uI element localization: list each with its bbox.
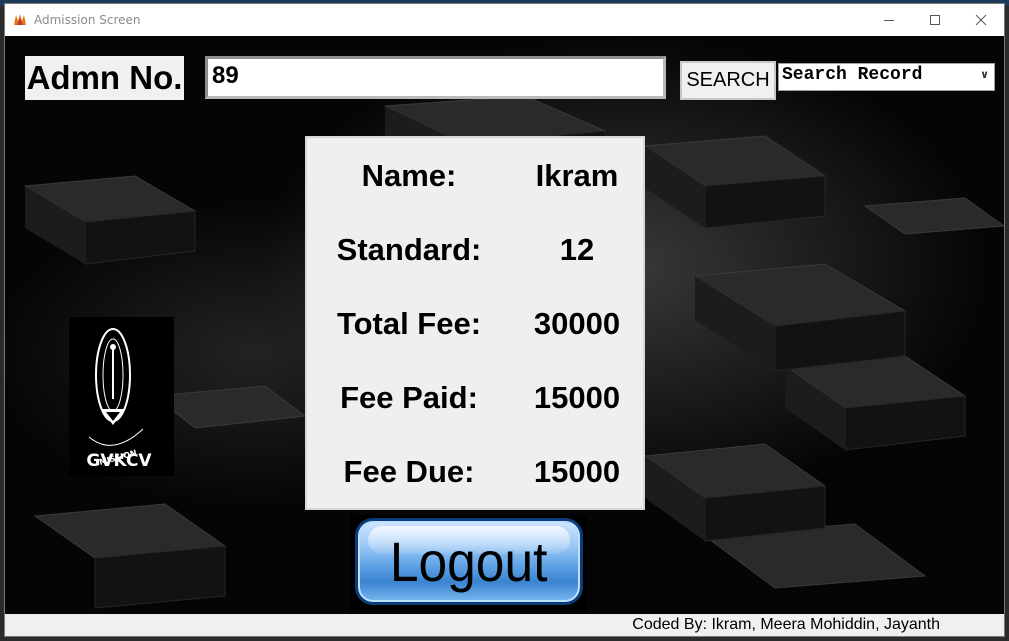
logout-label: Logout	[390, 530, 548, 593]
window-title: Admission Screen	[34, 13, 141, 27]
maximize-icon	[930, 15, 940, 25]
record-row-fee-paid: Fee Paid: 15000	[307, 380, 643, 424]
logout-button[interactable]: Logout	[355, 518, 583, 605]
record-row-standard: Standard: 12	[307, 232, 643, 276]
record-row-fee-due: Fee Due: 15000	[307, 454, 643, 498]
search-mode-select[interactable]: Search Record ∨	[778, 63, 995, 91]
record-row-name: Name: Ikram	[307, 158, 643, 202]
search-button[interactable]: SEARCH	[680, 61, 776, 100]
close-icon	[975, 14, 987, 26]
footer-bar: Coded By: Ikram, Meera Mohiddin, Jayanth	[5, 614, 1004, 636]
fee-due-value: 15000	[533, 454, 621, 489]
maximize-button[interactable]	[912, 4, 958, 36]
minimize-button[interactable]	[866, 4, 912, 36]
main-canvas: Admn No. 89 SEARCH Search Record ∨ Name:…	[5, 36, 1004, 614]
logout-button-frame: Logout	[350, 515, 587, 612]
standard-label: Standard:	[336, 232, 482, 267]
total-fee-value: 30000	[533, 306, 621, 341]
app-logo-icon	[14, 14, 26, 25]
name-label: Name:	[361, 158, 457, 193]
name-value: Ikram	[535, 158, 619, 193]
title-bar[interactable]: Admission Screen	[5, 4, 1004, 36]
fee-paid-label: Fee Paid:	[340, 380, 478, 415]
chevron-down-icon: ∨	[980, 68, 989, 81]
admn-no-label: Admn No.	[25, 56, 184, 100]
search-mode-selected-value: Search Record	[782, 65, 923, 85]
fee-paid-value: 15000	[533, 380, 621, 415]
school-logo: MISSION GVKCV	[69, 317, 174, 476]
admn-no-input[interactable]: 89	[205, 56, 666, 99]
total-fee-label: Total Fee:	[336, 306, 482, 341]
fee-due-label: Fee Due:	[343, 454, 475, 489]
credits-text: Coded By: Ikram, Meera Mohiddin, Jayanth	[632, 616, 940, 633]
record-row-total-fee: Total Fee: 30000	[307, 306, 643, 350]
admission-window: Admission Screen Admn No. 89 SEARCH Sear…	[4, 3, 1005, 637]
minimize-icon	[884, 20, 894, 21]
standard-value: 12	[559, 232, 595, 267]
close-button[interactable]	[958, 4, 1004, 36]
student-record-panel: Name: Ikram Standard: 12 Total Fee: 3000…	[305, 136, 645, 510]
logo-caption: GVKCV	[86, 451, 152, 471]
